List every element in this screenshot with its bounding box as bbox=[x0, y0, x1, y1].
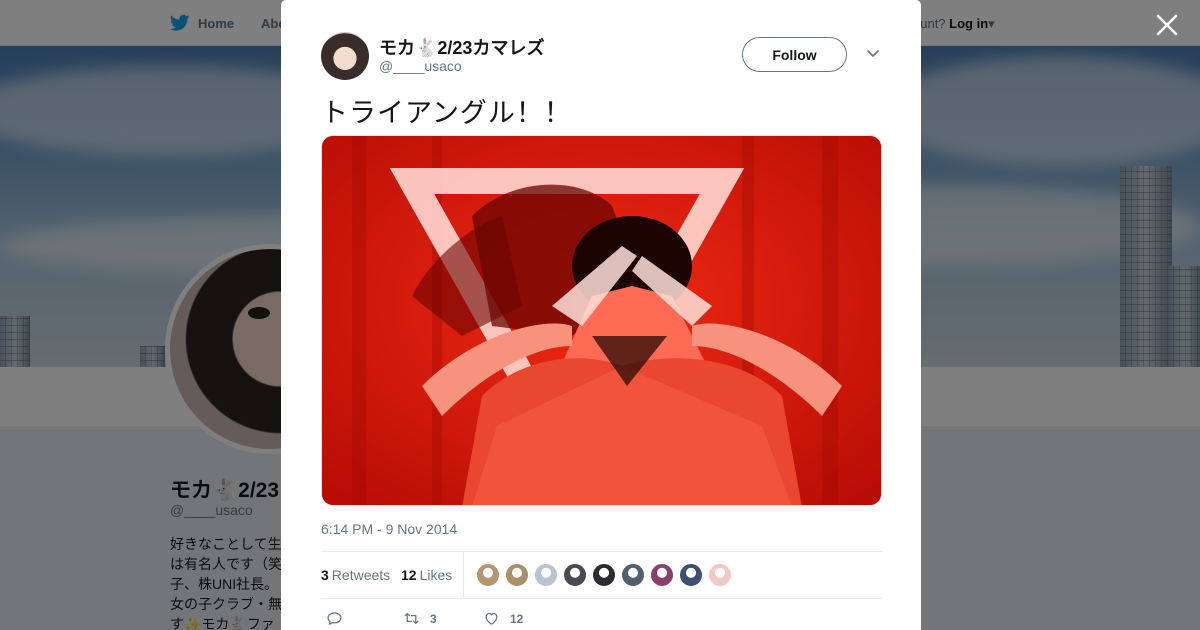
tweet-actions: 3 12 bbox=[321, 610, 882, 630]
tweet-text: トライアングル！！ bbox=[321, 98, 572, 128]
liker-avatar-9[interactable] bbox=[708, 563, 732, 587]
retweet-count: 3 bbox=[321, 567, 329, 583]
follow-button[interactable]: Follow bbox=[742, 37, 847, 72]
liker-avatar-7[interactable] bbox=[650, 563, 674, 587]
author-name[interactable]: モカ🐇2/23カマレズ bbox=[379, 34, 544, 60]
liker-avatar-1[interactable] bbox=[476, 563, 500, 587]
like-count: 12 bbox=[401, 567, 417, 583]
tweet-modal: モカ🐇2/23カマレズ @____usaco Follow トライアングル！！ bbox=[281, 0, 921, 630]
liker-avatar-5[interactable] bbox=[592, 563, 616, 587]
liker-avatar-3[interactable] bbox=[534, 563, 558, 587]
author-handle[interactable]: @____usaco bbox=[379, 58, 462, 74]
retweet-icon bbox=[404, 612, 419, 625]
retweet-action-count: 3 bbox=[430, 611, 437, 626]
stats-divider bbox=[463, 552, 464, 598]
retweet-label: Retweets bbox=[331, 567, 391, 583]
retweet-stat[interactable]: 3 Retweets bbox=[321, 567, 390, 583]
like-action-count: 12 bbox=[510, 611, 524, 626]
close-icon[interactable] bbox=[1152, 10, 1182, 40]
liker-avatar-6[interactable] bbox=[621, 563, 645, 587]
liker-avatar-2[interactable] bbox=[505, 563, 529, 587]
tweet-photo[interactable] bbox=[321, 135, 882, 506]
heart-icon bbox=[485, 612, 498, 625]
reply-icon bbox=[327, 612, 342, 626]
tweet-stats: 3 Retweets 12 Likes bbox=[321, 551, 882, 599]
chevron-down-icon[interactable] bbox=[865, 45, 881, 61]
liker-avatar-4[interactable] bbox=[563, 563, 587, 587]
like-button[interactable]: 12 bbox=[483, 610, 523, 627]
liker-avatar-8[interactable] bbox=[679, 563, 703, 587]
retweet-button[interactable]: 3 bbox=[403, 610, 437, 627]
liker-avatars bbox=[476, 563, 732, 587]
like-stat[interactable]: 12 Likes bbox=[401, 567, 452, 583]
reply-button[interactable] bbox=[326, 610, 353, 627]
author-avatar[interactable] bbox=[321, 32, 369, 80]
like-label: Likes bbox=[419, 567, 453, 583]
tweet-timestamp[interactable]: 6:14 PM - 9 Nov 2014 bbox=[321, 521, 457, 537]
